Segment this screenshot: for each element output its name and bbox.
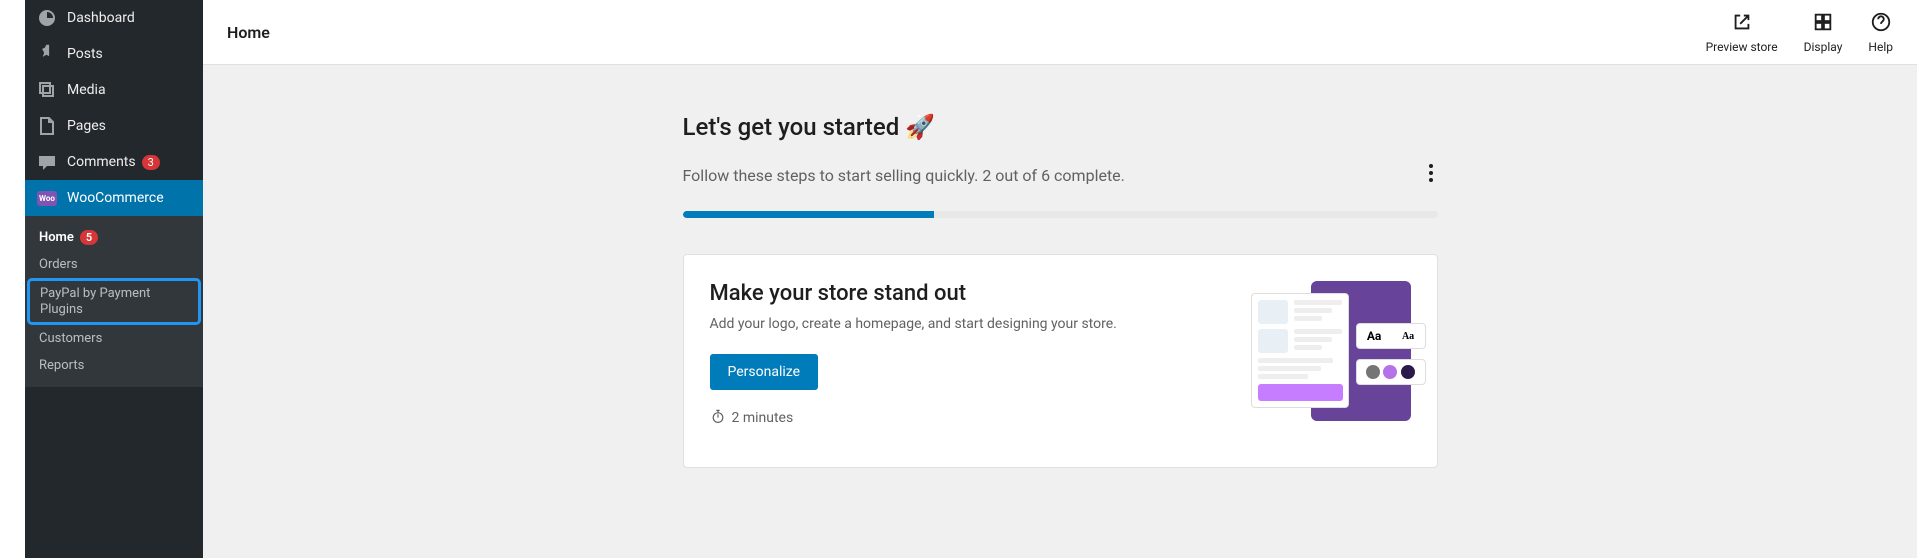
help-button[interactable]: Help [1868, 11, 1893, 54]
time-estimate: 2 minutes [710, 408, 1211, 428]
grid-icon [1812, 11, 1834, 36]
font-swatch-panel: Aa Aa [1356, 323, 1426, 349]
rocket-emoji: 🚀 [905, 113, 935, 141]
started-heading-text: Let's get you started [683, 113, 900, 141]
color-swatch-2 [1383, 365, 1397, 379]
content-inner: Let's get you started 🚀 Follow these ste… [683, 113, 1438, 558]
submenu-item-customers[interactable]: Customers [25, 325, 203, 352]
dashboard-icon [37, 8, 57, 28]
submenu-label-paypal: PayPal by Payment Plugins [40, 286, 188, 317]
task-card: Make your store stand out Add your logo,… [683, 254, 1438, 468]
preview-store-button[interactable]: Preview store [1706, 11, 1778, 54]
woocommerce-icon: Woo [37, 188, 57, 208]
home-badge: 5 [80, 230, 98, 245]
sidebar-label-media: Media [67, 82, 106, 98]
help-icon [1870, 11, 1892, 36]
started-heading: Let's get you started 🚀 [683, 113, 1438, 141]
card-title: Make your store stand out [710, 281, 1211, 306]
comments-badge: 3 [142, 155, 160, 170]
admin-sidebar: Dashboard Posts Media Pages Comments 3 W… [25, 0, 203, 558]
submenu-label-home: Home [39, 230, 74, 245]
font-swatch-small: Aa [1402, 331, 1414, 342]
submenu-label-reports: Reports [39, 358, 84, 373]
sidebar-item-media[interactable]: Media [25, 72, 203, 108]
color-swatch-panel [1356, 359, 1426, 385]
personalize-button[interactable]: Personalize [710, 354, 819, 390]
sidebar-item-posts[interactable]: Posts [25, 36, 203, 72]
sidebar-item-dashboard[interactable]: Dashboard [25, 0, 203, 36]
submenu-item-reports[interactable]: Reports [25, 352, 203, 379]
display-button[interactable]: Display [1804, 11, 1843, 54]
color-swatch-3 [1401, 365, 1415, 379]
font-swatch-large: Aa [1367, 329, 1381, 343]
progress-fill [683, 211, 934, 218]
sidebar-label-woocommerce: WooCommerce [67, 190, 164, 206]
external-icon [1731, 11, 1753, 36]
subline-row: Follow these steps to start selling quic… [683, 159, 1438, 211]
setup-progress-bar [683, 211, 1438, 218]
comments-icon [37, 152, 57, 172]
submenu-label-orders: Orders [39, 257, 78, 272]
submenu-item-home[interactable]: Home 5 [25, 224, 203, 251]
kebab-icon [1428, 168, 1434, 187]
card-description: Add your logo, create a homepage, and st… [710, 316, 1211, 332]
media-icon [37, 80, 57, 100]
content-area: Let's get you started 🚀 Follow these ste… [203, 65, 1917, 558]
sidebar-label-comments: Comments [67, 154, 136, 170]
submenu-item-orders[interactable]: Orders [25, 251, 203, 278]
sidebar-label-posts: Posts [67, 46, 103, 62]
color-swatch-1 [1366, 365, 1380, 379]
more-menu-button[interactable] [1424, 159, 1438, 191]
page-title: Home [227, 23, 270, 42]
help-label: Help [1868, 40, 1893, 54]
stopwatch-icon [710, 408, 726, 428]
sidebar-item-woocommerce[interactable]: Woo WooCommerce [25, 180, 203, 216]
submenu-label-customers: Customers [39, 331, 102, 346]
topbar: Home Preview store Display Help [203, 0, 1917, 65]
preview-store-label: Preview store [1706, 40, 1778, 54]
pages-icon [37, 116, 57, 136]
main-area: Home Preview store Display Help Let's ge… [203, 0, 1917, 558]
started-subline: Follow these steps to start selling quic… [683, 166, 1125, 185]
time-estimate-text: 2 minutes [732, 410, 794, 426]
display-label: Display [1804, 40, 1843, 54]
card-illustration: Aa Aa [1251, 281, 1411, 441]
woocommerce-submenu: Home 5 Orders PayPal by Payment Plugins … [25, 216, 203, 387]
sidebar-item-comments[interactable]: Comments 3 [25, 144, 203, 180]
sidebar-label-dashboard: Dashboard [67, 10, 135, 26]
sidebar-label-pages: Pages [67, 118, 106, 134]
submenu-item-paypal[interactable]: PayPal by Payment Plugins [27, 278, 201, 325]
pin-icon [37, 44, 57, 64]
sidebar-item-pages[interactable]: Pages [25, 108, 203, 144]
topbar-actions: Preview store Display Help [1706, 11, 1893, 54]
card-text: Make your store stand out Add your logo,… [710, 281, 1211, 441]
